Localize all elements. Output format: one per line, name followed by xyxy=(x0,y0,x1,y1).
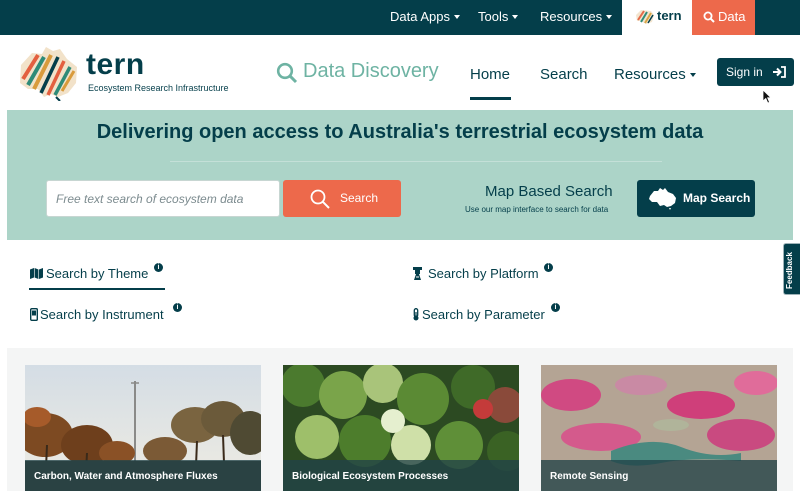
map-search-subtitle: Use our map interface to search for data xyxy=(465,205,609,214)
topnav-tools[interactable]: Tools xyxy=(478,0,519,35)
thermometer-icon xyxy=(413,308,419,321)
search-button[interactable]: Search xyxy=(283,180,401,217)
caret-down-icon xyxy=(512,15,519,19)
tower-icon xyxy=(413,267,422,280)
card-caption: Remote Sensing xyxy=(541,460,777,491)
search-icon xyxy=(703,11,715,23)
card-caption: Biological Ecosystem Processes xyxy=(283,460,519,491)
divider xyxy=(170,161,662,162)
active-tab-indicator xyxy=(29,288,165,290)
search-by-theme-link[interactable]: Search by Theme xyxy=(30,266,170,284)
nav-resources[interactable]: Resources xyxy=(614,66,696,83)
sign-in-icon xyxy=(773,66,786,78)
map-search-button[interactable]: Map Search xyxy=(637,180,755,217)
info-icon[interactable]: i xyxy=(551,303,560,312)
feedback-button[interactable]: Feedback xyxy=(783,243,800,295)
caret-down-icon xyxy=(454,15,460,19)
theme-card-biological-ecosystem-processes[interactable]: Biological Ecosystem Processes xyxy=(283,365,519,491)
search-icon xyxy=(310,189,330,209)
caret-down-icon xyxy=(606,15,613,19)
topnav-data[interactable]: Data xyxy=(692,0,755,35)
sign-in-button[interactable]: Sign in xyxy=(717,58,794,86)
tern-logo-icon xyxy=(636,10,654,24)
nav-home[interactable]: Home xyxy=(470,66,510,83)
map-search-heading: Map Based Search xyxy=(485,183,613,200)
info-icon[interactable]: i xyxy=(544,263,553,272)
hero-banner: Delivering open access to Australia's te… xyxy=(7,110,793,240)
hero-title: Delivering open access to Australia's te… xyxy=(96,121,704,143)
card-caption: Carbon, Water and Atmosphere Fluxes xyxy=(25,460,261,491)
top-bar: Data Apps Tools Resources tern Data xyxy=(0,0,800,35)
free-text-search-input[interactable] xyxy=(46,180,280,217)
search-icon xyxy=(276,62,298,84)
search-input[interactable] xyxy=(47,181,279,216)
info-icon[interactable]: i xyxy=(154,263,163,272)
caret-down-icon xyxy=(689,73,696,77)
australia-map-icon xyxy=(649,188,676,210)
search-by-parameter-link[interactable]: Search by Parameter xyxy=(412,307,557,325)
theme-card-carbon-water-atmosphere-fluxes[interactable]: Carbon, Water and Atmosphere Fluxes xyxy=(25,365,261,491)
nav-search[interactable]: Search xyxy=(540,66,588,83)
info-icon[interactable]: i xyxy=(173,303,182,312)
topnav-resources[interactable]: Resources xyxy=(540,0,613,35)
site-header: tern Ecosystem Research Infrastructure D… xyxy=(0,35,800,110)
nav-active-indicator xyxy=(470,97,511,100)
tern-tab-label: tern xyxy=(657,8,682,23)
logo-wordmark[interactable]: tern xyxy=(86,48,145,82)
topnav-data-apps[interactable]: Data Apps xyxy=(390,0,460,35)
mouse-cursor-icon xyxy=(762,89,772,104)
tern-logo-icon[interactable] xyxy=(18,45,80,101)
topnav-tern-home[interactable]: tern xyxy=(622,0,692,35)
search-by-platform-link[interactable]: Search by Platform xyxy=(412,266,552,284)
device-icon xyxy=(30,308,38,321)
theme-card-remote-sensing[interactable]: Remote Sensing xyxy=(541,365,777,491)
map-icon xyxy=(30,268,43,279)
search-by-instrument-link[interactable]: Search by Instrument xyxy=(30,307,185,325)
logo-subtitle: Ecosystem Research Infrastructure xyxy=(88,83,229,93)
